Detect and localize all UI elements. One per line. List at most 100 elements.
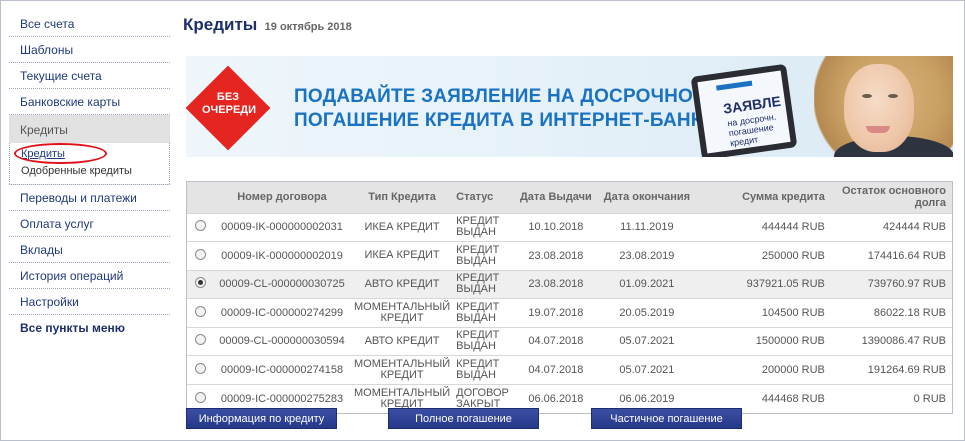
badge-line1: БЕЗ (216, 91, 240, 103)
th-balance: Остаток основного долга (841, 185, 946, 210)
banner-line1: ПОДАВАЙТЕ ЗАЯВЛЕНИЕ НА ДОСРОЧНОЕ (294, 86, 706, 107)
cell-number: 00009-IK-000000002031 (221, 221, 343, 234)
cell-status: КРЕДИТ ВЫДАН (456, 357, 500, 381)
sidebar-item-settings[interactable]: Настройки (9, 289, 170, 315)
th-select (187, 182, 213, 213)
cell-balance: 86022.18 RUB (873, 306, 946, 319)
cell-balance: 191264.69 RUB (867, 363, 946, 376)
cell-issue-date: 23.08.2018 (528, 249, 584, 262)
table-row[interactable]: 00009-CL-000000030594 АВТО КРЕДИТ КРЕДИТ В… (187, 327, 952, 356)
woman-photo (774, 56, 953, 157)
sidebar-menu: Все счета Шаблоны Текущие счета Банковск… (9, 11, 170, 341)
cell-amount: 200000 RUB (761, 363, 825, 376)
cell-end-date: 05.07.2021 (619, 335, 675, 348)
cell-amount: 250000 RUB (761, 249, 825, 262)
sidebar-item-bank-cards[interactable]: Банковские карты (9, 89, 170, 115)
cell-amount: 104500 RUB (761, 306, 825, 319)
cell-status: КРЕДИТ ВЫДАН (456, 272, 500, 296)
sidebar-group-credits-title[interactable]: Кредиты (9, 115, 170, 143)
sidebar-item-history[interactable]: История операций (9, 263, 170, 289)
cell-number: 00009-IK-000000002019 (221, 249, 343, 262)
table-row[interactable]: 00009-IK-000000002031 ИКЕА КРЕДИТ КРЕДИТ В… (187, 213, 952, 242)
sidebar-item-services-payment[interactable]: Оплата услуг (9, 211, 170, 237)
th-number: Номер договора (237, 191, 327, 204)
cell-issue-date: 04.07.2018 (528, 363, 584, 376)
badge-text: БЕЗ ОЧЕРЕДИ (202, 91, 257, 117)
cell-balance: 174416.64 RUB (867, 249, 946, 262)
cell-balance: 424444 RUB (883, 221, 946, 234)
cell-select (187, 213, 213, 242)
full-repayment-button[interactable]: Полное погашение (388, 408, 539, 429)
row-radio[interactable] (194, 334, 206, 346)
table-row[interactable]: 00009-IC-000000274158 МОМЕНТАЛЬНЫЙ КРЕДИТ… (187, 355, 952, 385)
cell-type: АВТО КРЕДИТ (364, 334, 440, 347)
sidebar-subitem-approved-credits[interactable]: Одобренные кредиты (21, 163, 169, 180)
row-radio[interactable] (194, 305, 206, 317)
cell-select (187, 356, 213, 385)
cell-type: АВТО КРЕДИТ (364, 277, 440, 290)
cell-issue-date: 19.07.2018 (528, 306, 584, 319)
cell-select (187, 299, 213, 328)
cell-type: ИКЕА КРЕДИТ (364, 249, 440, 262)
cell-issue-date: 23.08.2018 (528, 278, 584, 291)
row-radio[interactable] (194, 277, 206, 289)
cell-number: 00009-IC-000000274158 (220, 363, 344, 376)
woman-eye-left (862, 94, 872, 98)
cell-number: 00009-CL-000000030725 (219, 278, 345, 291)
table-row[interactable]: 00009-IK-000000002019 ИКЕА КРЕДИТ КРЕДИТ В… (187, 241, 952, 271)
page-title: Кредиты (183, 15, 258, 34)
cell-balance: 739760.97 RUB (867, 278, 946, 291)
cell-status: КРЕДИТ ВЫДАН (456, 329, 500, 353)
th-amount: Сумма кредита (742, 191, 825, 204)
cell-end-date: 01.09.2021 (619, 278, 675, 291)
promo-banner[interactable]: БЕЗ ОЧЕРЕДИ ПОДАВАЙТЕ ЗАЯВЛЕНИЕ НА ДОСРО… (186, 56, 953, 157)
table-row[interactable]: 00009-IC-000000274299 МОМЕНТАЛЬНЫЙ КРЕДИТ… (187, 298, 952, 328)
row-radio[interactable] (194, 220, 206, 232)
sidebar-group-credits-body: Кредиты Одобренные кредиты (9, 143, 170, 184)
cell-status: КРЕДИТ ВЫДАН (456, 300, 500, 324)
table-header-row: Номер договора Тип Кредита Статус Дата В… (187, 182, 952, 213)
cell-end-date: 11.11.2019 (620, 221, 674, 234)
sidebar-subitem-credits[interactable]: Кредиты (14, 143, 169, 164)
th-status: Статус (456, 191, 494, 204)
cell-select (187, 270, 213, 299)
page-header: Кредиты 19 октябрь 2018 (183, 15, 352, 35)
cell-select (187, 242, 213, 271)
sidebar-item-current-accounts[interactable]: Текущие счета (9, 63, 170, 89)
cell-amount: 444444 RUB (761, 221, 825, 234)
cell-type: МОМЕНТАЛЬНЫЙ КРЕДИТ (354, 300, 451, 324)
cell-amount: 1500000 RUB (755, 335, 825, 348)
cell-status: КРЕДИТ ВЫДАН (456, 215, 500, 239)
partial-repayment-button[interactable]: Частичное погашение (591, 408, 742, 429)
sidebar-item-deposits[interactable]: Вклады (9, 237, 170, 263)
highlight-circle (14, 143, 107, 164)
credit-info-button[interactable]: Информация по кредиту (186, 408, 337, 429)
sidebar-group-credits: Кредиты Кредиты Одобренные кредиты (9, 115, 170, 185)
woman-mouth (866, 126, 890, 133)
row-radio[interactable] (194, 362, 206, 374)
row-radio[interactable] (194, 248, 206, 260)
cell-number: 00009-CL-000000030594 (219, 335, 345, 348)
th-end-date: Дата окончания (603, 191, 691, 204)
row-radio[interactable] (194, 391, 206, 403)
cell-balance: 1390086.47 RUB (861, 335, 946, 348)
banner-line2: ПОГАШЕНИЕ КРЕДИТА В ИНТЕРНЕТ-БАНКЕ! (294, 110, 722, 131)
cell-amount: 937921.05 RUB (746, 278, 825, 291)
sidebar-item-all-menu[interactable]: Все пункты меню (9, 315, 170, 341)
cell-end-date: 23.08.2019 (619, 249, 675, 262)
banner-headline: ПОДАВАЙТЕ ЗАЯВЛЕНИЕ НА ДОСРОЧНОЕ ПОГАШЕН… (294, 85, 722, 133)
cell-issue-date: 04.07.2018 (528, 335, 584, 348)
woman-eye-right (888, 94, 898, 98)
page-date: 19 октябрь 2018 (264, 21, 352, 33)
cell-select (187, 327, 213, 356)
sidebar-item-templates[interactable]: Шаблоны (9, 37, 170, 63)
sidebar-item-transfers[interactable]: Переводы и платежи (9, 185, 170, 211)
sidebar-item-all-accounts[interactable]: Все счета (9, 11, 170, 37)
credits-table-wrapper: Номер договора Тип Кредита Статус Дата В… (186, 181, 953, 414)
tablet-logo (716, 80, 753, 91)
cell-status: КРЕДИТ ВЫДАН (456, 243, 500, 267)
table-row[interactable]: 00009-CL-000000030725 АВТО КРЕДИТ КРЕДИТ В… (187, 270, 952, 299)
badge-line2: ОЧЕРЕДИ (202, 104, 257, 116)
th-issue-date: Дата Выдачи (519, 191, 592, 204)
th-type: Тип Кредита (368, 191, 436, 204)
